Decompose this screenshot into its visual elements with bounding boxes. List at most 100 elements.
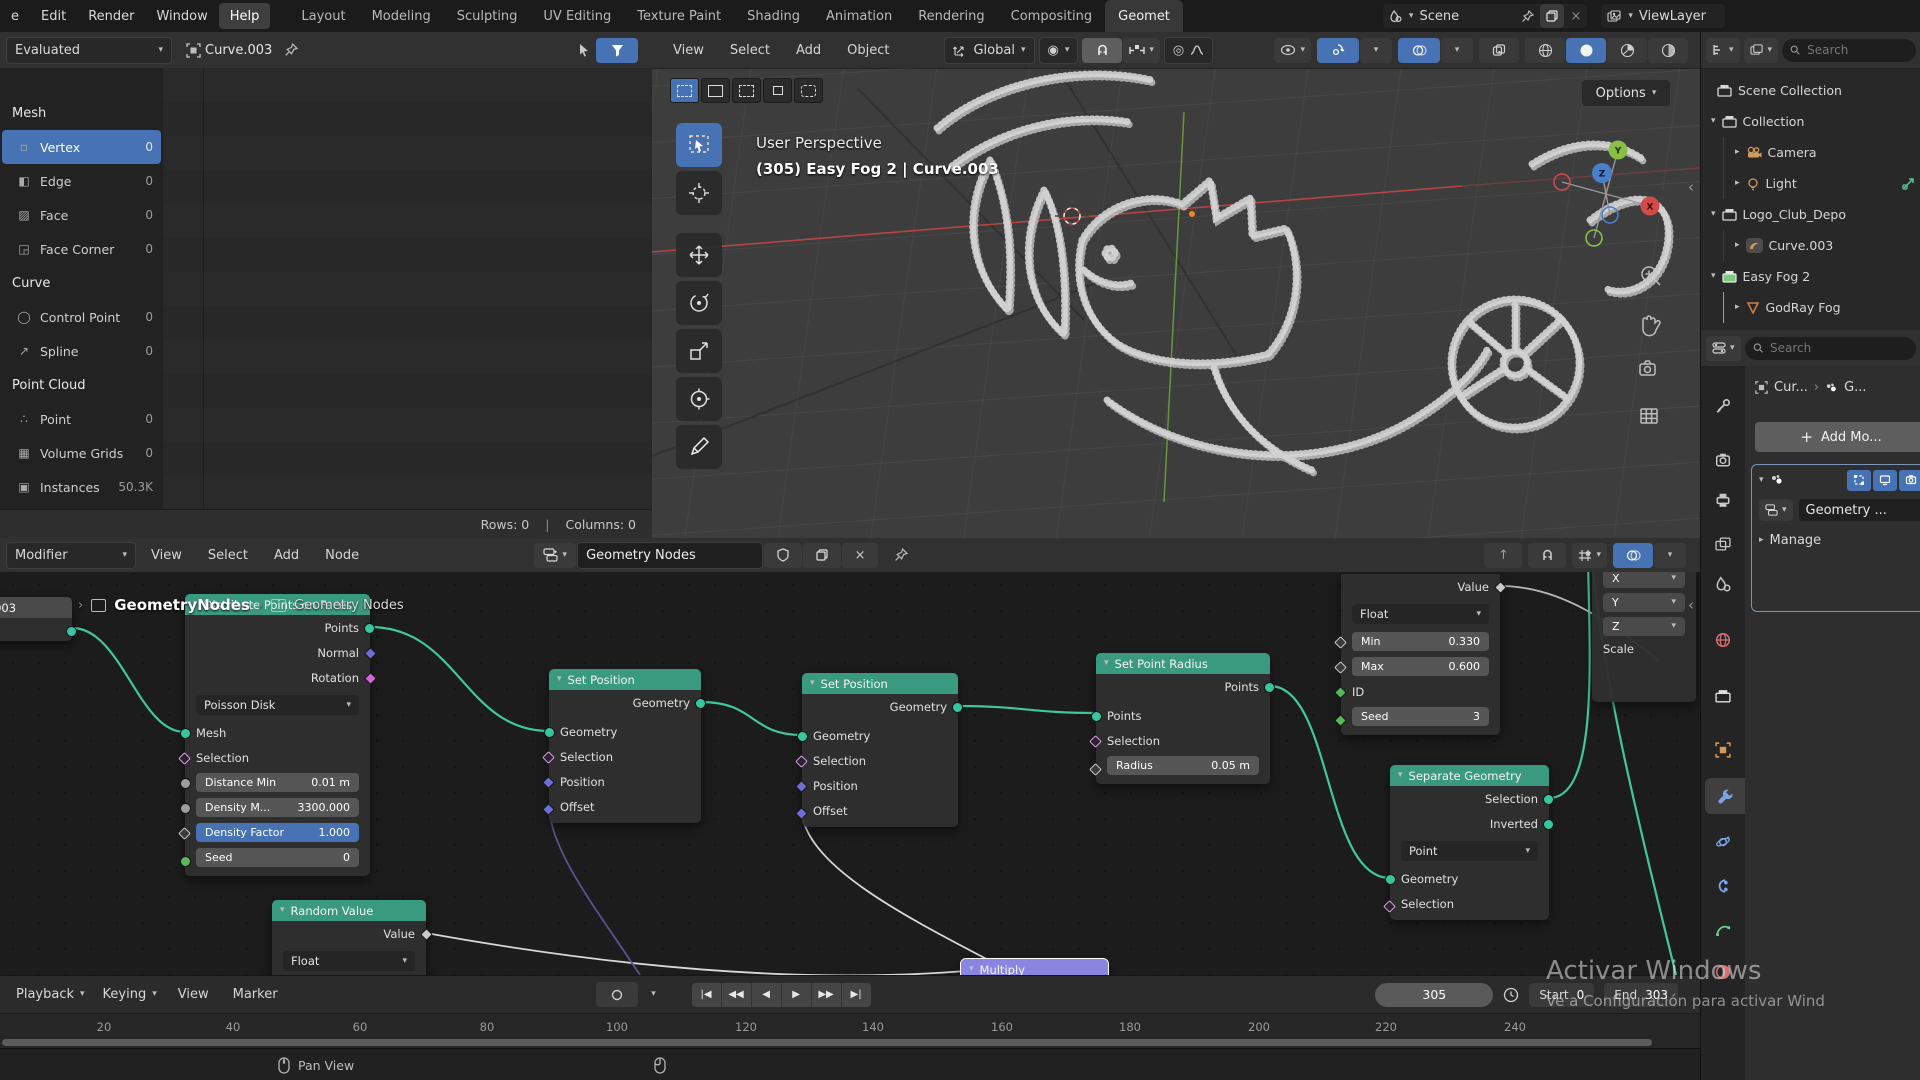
previous-keyframe-button[interactable]: ◀◀ bbox=[722, 983, 751, 1007]
linked-data-icon[interactable] bbox=[1901, 177, 1915, 191]
outliner-row-light[interactable]: ▸ Light bbox=[1701, 168, 1920, 199]
distribution-method-dropdown[interactable]: Poisson Disk▾ bbox=[196, 695, 359, 715]
sidebar-toggle-arrow[interactable]: ‹ bbox=[1688, 596, 1694, 614]
collapse-icon[interactable]: ▾ bbox=[1711, 117, 1716, 126]
keying-dropdown[interactable]: ▾ bbox=[640, 982, 668, 1007]
cursor-tool[interactable] bbox=[676, 171, 722, 215]
select-box-tool[interactable] bbox=[676, 123, 722, 167]
copy-node-tree-button[interactable] bbox=[803, 543, 841, 568]
tab-modeling[interactable]: Modeling bbox=[359, 0, 444, 32]
select-mode-new[interactable] bbox=[670, 78, 699, 103]
new-scene-button[interactable] bbox=[1540, 4, 1564, 28]
node-tree-mode-dropdown[interactable]: Modifier▾ bbox=[6, 542, 136, 569]
editor-type-button[interactable]: ▾ bbox=[1706, 336, 1741, 361]
tab-scene[interactable] bbox=[1701, 566, 1745, 602]
expand-icon[interactable]: ▸ bbox=[1735, 179, 1740, 188]
snap-with-dropdown[interactable]: ▾ bbox=[1123, 38, 1160, 63]
distance-min-field[interactable]: Distance Min0.01 m bbox=[196, 773, 359, 792]
editor-type-button[interactable]: ▾ bbox=[1706, 38, 1740, 63]
node-multiply[interactable]: ▾Multiply bbox=[961, 959, 1108, 975]
node-editor-canvas[interactable]: › GeometryNodes › Geometry Nodes ▾Curve.… bbox=[0, 572, 1700, 975]
unlink-node-tree-button[interactable]: × bbox=[842, 543, 878, 568]
current-frame-field[interactable]: 305 bbox=[1375, 983, 1493, 1007]
show-overlays-toggle[interactable] bbox=[1613, 543, 1653, 568]
select-mode-invert[interactable] bbox=[763, 78, 792, 103]
breadcrumb-object[interactable]: Cur... bbox=[1774, 380, 1808, 395]
pin-icon[interactable] bbox=[284, 43, 298, 57]
timeline-menu-view[interactable]: View bbox=[167, 987, 220, 1002]
tab-shading[interactable]: Shading bbox=[734, 0, 813, 32]
pin-icon[interactable] bbox=[894, 548, 908, 562]
options-button[interactable]: Options▾ bbox=[1582, 80, 1670, 106]
display-mode-dropdown[interactable]: ▾ bbox=[1744, 38, 1779, 63]
max-field[interactable]: Max0.600 bbox=[1352, 657, 1489, 676]
scene-selector[interactable]: ▾ Scene × bbox=[1383, 4, 1587, 28]
socket-points-out[interactable] bbox=[364, 623, 375, 634]
tab-physics[interactable] bbox=[1701, 824, 1745, 860]
tab-animation[interactable]: Animation bbox=[813, 0, 905, 32]
auto-keying-toggle[interactable] bbox=[596, 982, 638, 1007]
select-filter-icon[interactable] bbox=[577, 43, 592, 58]
socket-seed-in[interactable] bbox=[180, 856, 191, 867]
domain-row-vertex[interactable]: ▫Vertex0 bbox=[2, 130, 161, 164]
shading-solid-button[interactable] bbox=[1566, 38, 1606, 63]
jump-to-end-button[interactable]: ▶| bbox=[842, 983, 871, 1007]
playback-menu[interactable]: Playback▾ bbox=[8, 982, 93, 1007]
snap-toggle[interactable] bbox=[1528, 543, 1566, 568]
show-gizmo-toggle[interactable] bbox=[1317, 38, 1359, 63]
transform-tool[interactable] bbox=[676, 377, 722, 421]
tab-view-layer[interactable] bbox=[1701, 526, 1745, 562]
menu-render[interactable]: Render bbox=[77, 3, 145, 29]
shading-material-button[interactable] bbox=[1607, 38, 1647, 63]
tab-geometry-nodes[interactable]: Geomet bbox=[1105, 0, 1183, 32]
collapse-icon[interactable]: ▾ bbox=[1711, 272, 1716, 281]
socket-geometry-in[interactable] bbox=[1385, 874, 1396, 885]
socket-points-in[interactable] bbox=[1091, 711, 1102, 722]
shading-wireframe-button[interactable] bbox=[1525, 38, 1565, 63]
socket-geometry-in[interactable] bbox=[544, 727, 555, 738]
start-frame-field[interactable]: Start0 bbox=[1529, 983, 1594, 1007]
tab-uv-editing[interactable]: UV Editing bbox=[530, 0, 624, 32]
timeline-ruler[interactable]: 20 40 60 80 100 120 140 160 180 200 220 … bbox=[0, 1013, 1700, 1050]
xray-toggle[interactable] bbox=[1479, 38, 1519, 63]
min-field[interactable]: Min0.330 bbox=[1352, 632, 1489, 651]
socket-inverted-out[interactable] bbox=[1543, 819, 1554, 830]
tab-material[interactable] bbox=[1701, 954, 1745, 990]
node-group-icon-button[interactable]: ▾ bbox=[1759, 499, 1793, 521]
properties-search-input[interactable] bbox=[1768, 340, 1908, 356]
timeline-menu-marker[interactable]: Marker bbox=[222, 987, 289, 1002]
collapse-icon[interactable]: ▾ bbox=[1711, 210, 1716, 219]
select-mode-intersect[interactable] bbox=[794, 78, 823, 103]
modifier-panel-header[interactable]: ▾ bbox=[1752, 465, 1920, 495]
tab-collection[interactable] bbox=[1701, 678, 1745, 714]
socket-points-out[interactable] bbox=[1264, 682, 1275, 693]
visibility-dropdown[interactable]: ▾ bbox=[1274, 38, 1311, 63]
tab-modifiers[interactable] bbox=[1705, 778, 1745, 814]
socket-distance-min-in[interactable] bbox=[180, 778, 191, 789]
tab-world[interactable] bbox=[1701, 622, 1745, 658]
pivot-point-dropdown[interactable]: ◉ ▾ bbox=[1039, 37, 1079, 64]
socket-selection-out[interactable] bbox=[1543, 794, 1554, 805]
scale-tool[interactable] bbox=[676, 329, 722, 373]
outliner-search[interactable] bbox=[1782, 39, 1916, 62]
view-layer-name[interactable]: ViewLayer bbox=[1639, 9, 1719, 24]
sidebar-toggle-arrow[interactable]: ‹ bbox=[1688, 178, 1694, 196]
node-distribute-points-on-faces[interactable]: ▾Distribute Points on Faces Points Norma… bbox=[185, 594, 370, 876]
domain-row-edge[interactable]: ◧Edge0 bbox=[2, 164, 161, 198]
domain-row-face-corner[interactable]: ◲Face Corner0 bbox=[2, 232, 161, 266]
collapse-icon[interactable]: ▾ bbox=[1759, 476, 1764, 485]
expand-icon[interactable]: ▸ bbox=[1735, 148, 1740, 157]
z-field[interactable]: Z▾ bbox=[1603, 617, 1685, 636]
outliner-search-input[interactable] bbox=[1805, 42, 1908, 58]
menu-window[interactable]: Window bbox=[145, 3, 218, 29]
socket-geometry-in[interactable] bbox=[797, 731, 808, 742]
modifier-node-group-name[interactable]: Geometry ... bbox=[1799, 499, 1920, 521]
go-to-parent-tree-button[interactable]: ↑ bbox=[1484, 543, 1522, 568]
seed-field[interactable]: Seed3 bbox=[1352, 707, 1489, 726]
move-tool[interactable] bbox=[676, 233, 722, 277]
outliner-row-curve[interactable]: ▸ Curve.003 bbox=[1701, 230, 1920, 261]
display-edit-mode-toggle[interactable] bbox=[1847, 470, 1871, 491]
snap-toggle[interactable] bbox=[1082, 38, 1122, 63]
shading-rendered-button[interactable] bbox=[1648, 38, 1688, 63]
domain-dropdown[interactable]: Point▾ bbox=[1401, 841, 1538, 861]
